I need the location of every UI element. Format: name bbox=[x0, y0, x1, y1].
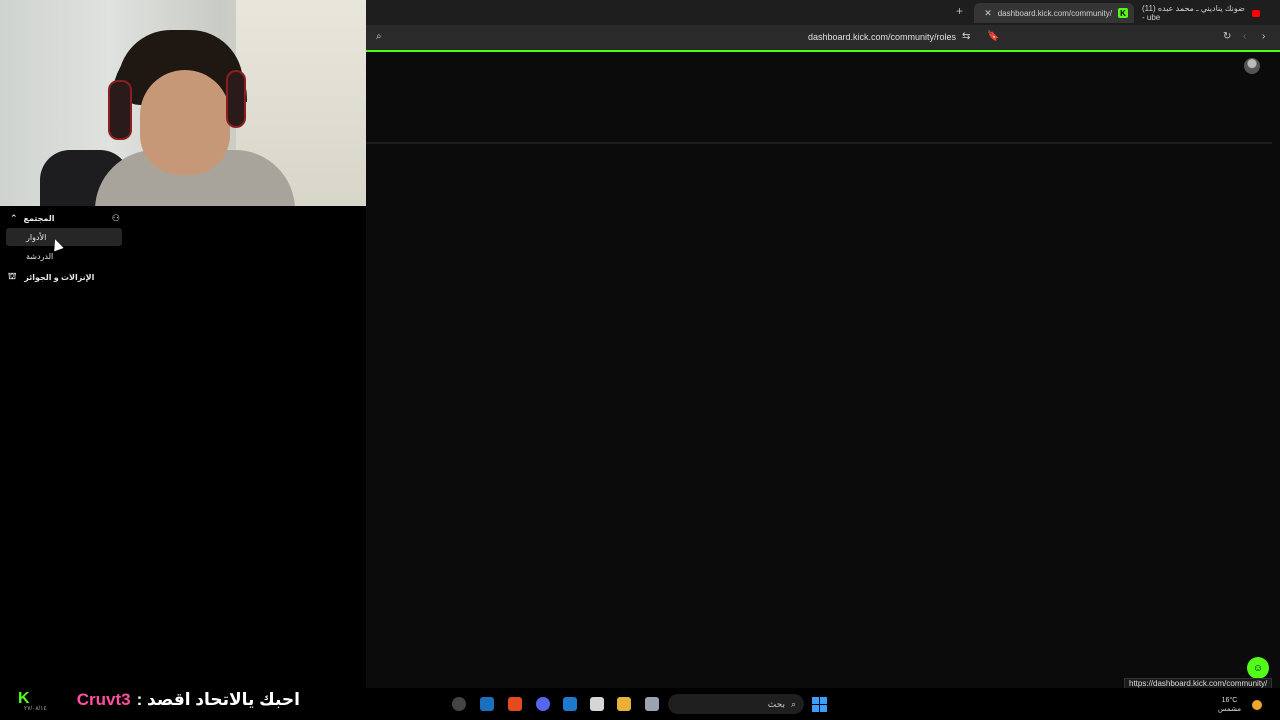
store-icon[interactable] bbox=[590, 697, 604, 711]
sidebar-item-label: الدردشة bbox=[26, 251, 54, 261]
tab-label: dashboard.kick.com/community/ bbox=[997, 8, 1112, 18]
youtube-favicon-icon bbox=[1251, 9, 1260, 17]
steam-icon[interactable] bbox=[480, 697, 494, 711]
webcam-headphone-right bbox=[226, 70, 246, 128]
search-icon: ⌕ bbox=[790, 698, 796, 709]
weather-temp: 16°C bbox=[1221, 697, 1238, 704]
dashboard-content bbox=[366, 52, 1280, 688]
obs-icon[interactable] bbox=[452, 697, 466, 711]
bookmark-icon[interactable]: 🔖 bbox=[987, 31, 999, 42]
browser-tab-bar: + ✕ dashboard.kick.com/community/ K (11)… bbox=[366, 0, 1280, 25]
search-placeholder: بحث bbox=[767, 698, 785, 709]
brave-icon[interactable] bbox=[508, 697, 522, 711]
tab-kick-dashboard[interactable]: ✕ dashboard.kick.com/community/ K bbox=[974, 3, 1134, 23]
weather-desc: مشمس bbox=[1218, 706, 1241, 713]
kick-favicon-icon: K bbox=[1118, 8, 1128, 18]
sidebar-item-roles[interactable]: الأدوار bbox=[6, 228, 122, 246]
new-tab-button[interactable]: + bbox=[956, 4, 963, 18]
weather-widget[interactable]: 16°C مشمس bbox=[1218, 696, 1241, 714]
ticker-username: Cruvt3 bbox=[76, 690, 131, 709]
header-divider bbox=[366, 142, 1272, 144]
back-icon[interactable]: ‹ bbox=[1243, 31, 1246, 42]
tab-youtube[interactable]: (11) ضونك يناديني ـ محمد عبده - ube bbox=[1136, 3, 1266, 23]
reload-icon[interactable]: ↻ bbox=[1223, 31, 1231, 42]
discord-icon[interactable] bbox=[536, 697, 550, 711]
dashboard-sidebar: ⌃ المجتمع ⚇ الأدوار الدردشة ⛫ الإنزالات … bbox=[0, 206, 366, 688]
sidebar-item-label: الإنزالات و الجوائز bbox=[24, 272, 95, 282]
sidebar-item-label: الأدوار bbox=[26, 232, 47, 242]
people-icon: ⚇ bbox=[111, 212, 120, 223]
support-chat-icon[interactable]: ☺ bbox=[1247, 657, 1269, 679]
webcam-overlay bbox=[0, 0, 366, 206]
folder-icon[interactable] bbox=[617, 697, 631, 711]
gift-icon: ⛫ bbox=[8, 271, 17, 281]
taskbar-search[interactable]: بحث ⌕ bbox=[668, 694, 804, 714]
sidebar-section-community[interactable]: ⌃ المجتمع ⚇ bbox=[10, 211, 120, 225]
site-settings-icon[interactable]: ⇆ bbox=[962, 31, 970, 42]
close-icon[interactable]: ✕ bbox=[984, 8, 992, 19]
forward-icon[interactable]: › bbox=[1262, 31, 1265, 42]
webcam-headphone-left bbox=[108, 80, 132, 140]
sidebar-section-title: المجتمع bbox=[23, 213, 55, 223]
search-icon[interactable]: ⌕ bbox=[376, 31, 382, 42]
ticker-message: احبك يالاتحاد اقصد : bbox=[136, 690, 300, 709]
sidebar-item-chat[interactable]: الدردشة bbox=[6, 247, 122, 265]
sun-icon bbox=[1252, 700, 1262, 710]
sidebar-item-drops-rewards[interactable]: ⛫ الإنزالات و الجوائز bbox=[8, 270, 128, 284]
webcam-person-face bbox=[140, 70, 230, 175]
chat-ticker: احبك يالاتحاد اقصد : Cruvt3 bbox=[40, 689, 300, 711]
taskbar: K ٢٧/٠٨/١٤ احبك يالاتحاد اقصد : Cruvt3 ب… bbox=[0, 688, 1280, 720]
windows-start-icon[interactable] bbox=[812, 697, 827, 712]
url-field[interactable]: dashboard.kick.com/community/roles bbox=[746, 32, 956, 42]
mail-icon[interactable] bbox=[563, 697, 577, 711]
avatar[interactable] bbox=[1244, 58, 1260, 74]
address-bar: ⌕ dashboard.kick.com/community/roles ⇆ 🔖… bbox=[366, 25, 1280, 50]
tab-label: (11) ضونك يناديني ـ محمد عبده - ube bbox=[1142, 4, 1245, 22]
chevron-up-icon: ⌃ bbox=[10, 212, 18, 223]
task-view-icon[interactable] bbox=[645, 697, 659, 711]
